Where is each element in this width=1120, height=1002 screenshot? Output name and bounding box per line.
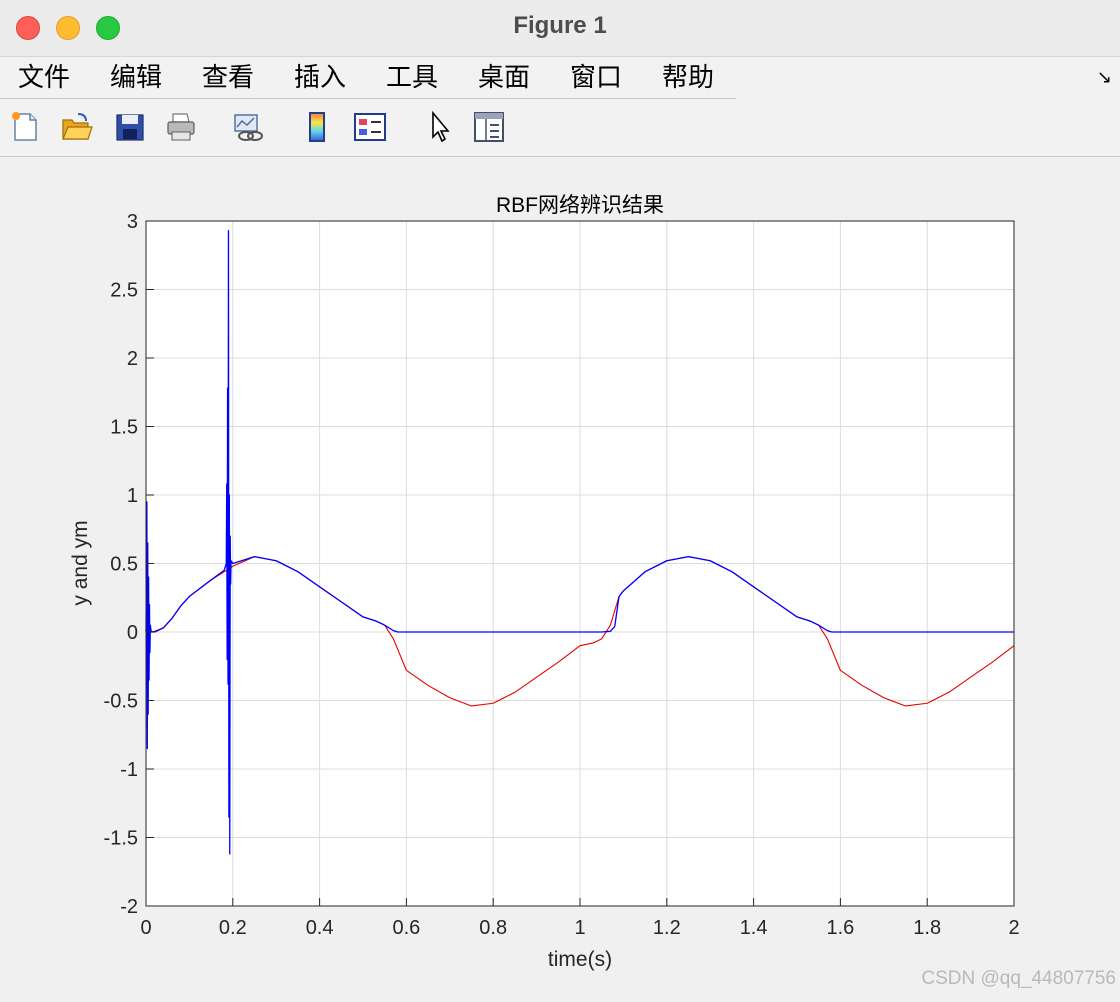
insert-legend-icon[interactable] — [353, 110, 387, 144]
x-tick-label: 0 — [140, 917, 151, 939]
new-figure-icon[interactable] — [8, 110, 42, 144]
x-tick-label: 1.6 — [826, 917, 854, 939]
property-inspector-icon[interactable] — [472, 110, 506, 144]
y-tick-label: 1 — [127, 485, 138, 507]
y-tick-label: -1 — [120, 759, 138, 781]
x-tick-label: 0.6 — [392, 917, 420, 939]
window-title: Figure 1 — [513, 12, 607, 39]
chart-title: RBF网络辨识结果 — [496, 194, 664, 217]
y-axis-label: y and ym — [69, 520, 92, 605]
watermark: CSDN @qq_44807756 — [921, 968, 1116, 989]
y-tick-label: 2 — [127, 348, 138, 370]
menu-bar: 文件 编辑 查看 插入 工具 桌面 窗口 帮助 ↘ — [0, 57, 1120, 99]
title-bar: Figure 1 — [0, 0, 1120, 57]
y-tick-label: 1.5 — [110, 417, 138, 439]
y-tick-label: -2 — [120, 896, 138, 918]
y-tick-label: 3 — [127, 211, 138, 233]
menu-view[interactable]: 查看 — [202, 61, 254, 95]
chart[interactable]: 0 0.2 0.4 0.6 0.8 1 1.2 1.4 1.6 1.8 2 -2 -1.5 -1 -0.5 0… — [0, 157, 1120, 998]
y-tick-label: 0 — [127, 622, 138, 644]
x-tick-label: 1.4 — [740, 917, 768, 939]
x-tick-label: 1.2 — [653, 917, 681, 939]
menu-help[interactable]: 帮助 — [662, 61, 714, 95]
figure-area: 0 0.2 0.4 0.6 0.8 1 1.2 1.4 1.6 1.8 2 -2 -1.5 -1 -0.5 0… — [0, 157, 1120, 998]
x-tick-label: 0.2 — [219, 917, 247, 939]
menu-desktop[interactable]: 桌面 — [478, 61, 530, 95]
x-tick-label: 0.4 — [306, 917, 334, 939]
y-tick-label: -0.5 — [104, 691, 138, 713]
insert-colorbar-icon[interactable] — [301, 110, 335, 144]
menu-file[interactable]: 文件 — [18, 61, 70, 95]
menu-tools[interactable]: 工具 — [386, 61, 438, 95]
menu-divider — [0, 98, 736, 99]
save-icon[interactable] — [113, 110, 147, 144]
menu-window[interactable]: 窗口 — [570, 61, 622, 95]
x-axis-label: time(s) — [548, 948, 612, 971]
y-tick-label: 2.5 — [110, 280, 138, 302]
open-file-icon[interactable] — [60, 110, 94, 144]
y-tick-label: -1.5 — [104, 828, 138, 850]
x-tick-label: 0.8 — [479, 917, 507, 939]
x-tick-label: 1.8 — [913, 917, 941, 939]
menu-edit[interactable]: 编辑 — [110, 61, 162, 95]
dock-arrow-icon[interactable]: ↘ — [1097, 67, 1112, 88]
link-plot-icon[interactable] — [232, 110, 266, 144]
print-icon[interactable] — [164, 110, 198, 144]
x-tick-label: 2 — [1008, 917, 1019, 939]
menu-insert[interactable]: 插入 — [294, 61, 346, 95]
toolbar — [0, 100, 1120, 157]
edit-plot-pointer-icon[interactable] — [424, 110, 458, 144]
y-tick-label: 0.5 — [110, 554, 138, 576]
x-tick-label: 1 — [574, 917, 585, 939]
